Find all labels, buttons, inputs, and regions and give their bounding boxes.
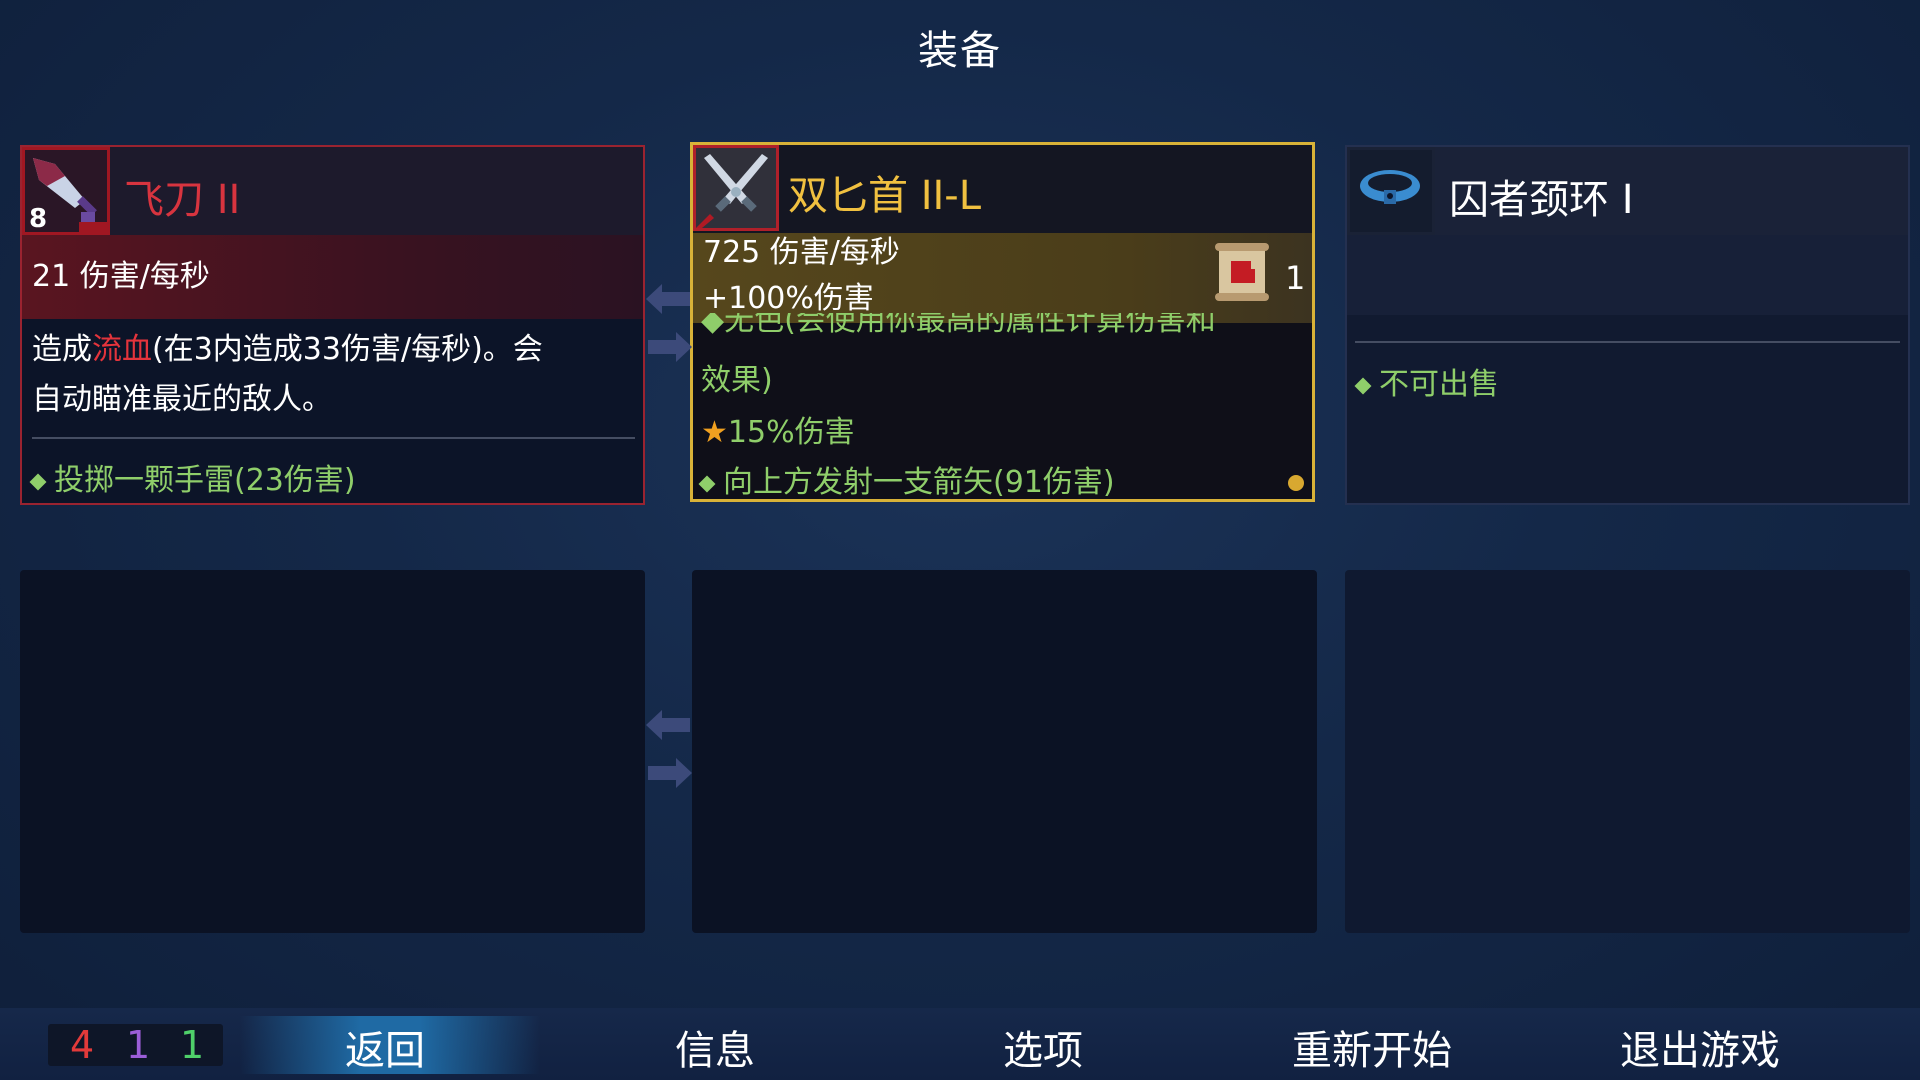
item-name: 囚者颈环 I [1449,177,1634,223]
equipment-card-twin-daggers[interactable]: 双匕首 II-L 725 伤害/每秒 +100%伤害 1 ◆无色(会使用你最高的… [690,142,1315,502]
star-icon: ★ [701,415,728,450]
page-title: 装备 [918,28,1002,74]
desc-rest: (在3内造成33伤害/每秒)。会 [152,332,543,367]
effect-line: 投掷一颗手雷(23伤害) [29,455,356,499]
divider [1355,341,1900,343]
diamond-bullet-icon [1354,377,1372,394]
star-effect-text: 15%伤害 [727,415,855,450]
effect-line: 向上方发射一支箭矢(91伤害) [698,457,1115,500]
scroll-counters: 4 1 1 [48,1024,223,1066]
swap-arrows-bottom[interactable] [646,708,692,798]
star-effect-line: ★15%伤害 [701,407,855,451]
divider [32,437,635,439]
item-description: 造成流血(在3内造成33伤害/每秒)。会 自动瞄准最近的敌人。 [32,325,613,425]
menu-back-button[interactable]: 返回 [345,1018,425,1076]
throwing-knife-icon: 8 [22,147,110,235]
item-name: 飞刀 II [124,177,241,223]
menu-options-button[interactable]: 选项 [1003,1018,1083,1076]
diamond-bullet-icon [29,473,47,490]
prisoner-collar-icon [1347,147,1435,235]
red-scroll-count: 4 [70,1023,95,1067]
bottom-menu-bar: 4 1 1 返回 信息 选项 重新开始 退出游戏 [0,1008,1920,1080]
item-name: 双匕首 II-L [788,173,982,219]
menu-restart-button[interactable]: 重新开始 [1292,1018,1452,1076]
partial-effect-line: ◆无色(会使用你最高的属性计算伤害和 [701,313,1216,337]
effect-continuation: 效果) [701,363,773,398]
gold-corner-gem-icon [1288,475,1304,491]
level-badge: 8 [29,204,48,234]
stat-band [1347,235,1908,315]
green-scroll-count: 1 [180,1023,205,1067]
twin-daggers-icon [693,145,779,231]
desc-line2: 自动瞄准最近的敌人。 [32,382,332,417]
effect-line: 不可出售 [1354,359,1499,403]
equipment-card-prisoner-collar[interactable]: 囚者颈环 I 不可出售 [1345,145,1910,505]
card-header [22,147,643,235]
effect-text: 投掷一颗手雷(23伤害) [54,463,356,498]
menu-quit-button[interactable]: 退出游戏 [1620,1018,1780,1076]
dps-stat: 21 伤害/每秒 [22,235,643,319]
scroll-fist-icon [1213,241,1273,303]
bleed-keyword: 流血 [92,332,152,367]
swap-arrows-top[interactable] [646,282,692,372]
empty-slot[interactable] [20,570,645,933]
desc-prefix: 造成 [32,332,92,367]
scroll-count: 1 [1285,259,1306,297]
empty-slot[interactable] [692,570,1317,933]
menu-info-button[interactable]: 信息 [675,1018,755,1076]
equipment-card-throwing-knife[interactable]: 8 飞刀 II 21 伤害/每秒 造成流血(在3内造成33伤害/每秒)。会 自动… [20,145,645,505]
card-header [693,145,1312,233]
purple-scroll-count: 1 [126,1023,151,1067]
effect-text: 向上方发射一支箭矢(91伤害) [723,465,1115,500]
empty-slot[interactable] [1345,570,1910,933]
diamond-bullet-icon [698,475,716,492]
effect-text: 不可出售 [1379,367,1499,402]
